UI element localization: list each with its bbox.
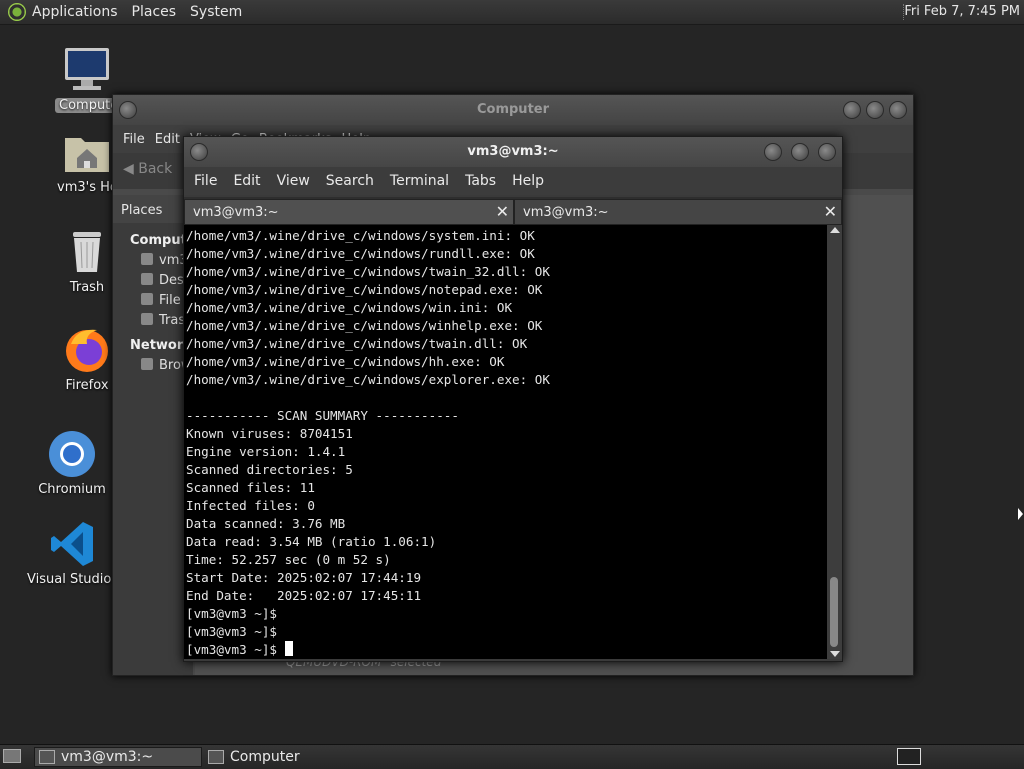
trash-icon bbox=[141, 313, 153, 325]
applications-menu[interactable]: Applications bbox=[32, 4, 118, 20]
terminal-line: /home/vm3/.wine/drive_c/windows/twain_32… bbox=[186, 264, 550, 279]
places-menu[interactable]: Places bbox=[132, 4, 177, 20]
mouse-cursor-icon bbox=[1018, 508, 1023, 520]
trash-icon bbox=[63, 228, 111, 276]
terminal-line: Scanned files: 11 bbox=[186, 480, 315, 495]
terminal-window[interactable]: vm3@vm3:~ File Edit View Search Terminal… bbox=[183, 136, 843, 662]
terminal-line: Data read: 3.54 MB (ratio 1.06:1) bbox=[186, 534, 437, 549]
tab-label: vm3@vm3:~ bbox=[193, 205, 279, 220]
places-sidebar: Places Computer vm3 Desktop File System … bbox=[113, 195, 202, 675]
tab-terminal-1[interactable]: vm3@vm3:~ ✕ bbox=[184, 199, 514, 225]
home-folder-icon bbox=[63, 128, 111, 176]
system-menu[interactable]: System bbox=[190, 4, 242, 20]
terminal-line: /home/vm3/.wine/drive_c/windows/explorer… bbox=[186, 372, 550, 387]
menubar: File Edit View Search Terminal Tabs Help bbox=[184, 167, 842, 195]
bottom-panel: vm3@vm3:~ Computer bbox=[0, 744, 1024, 769]
menu-edit[interactable]: Edit bbox=[233, 173, 260, 189]
chromium-icon bbox=[48, 430, 96, 478]
desktop-icon-label: vm3's Home bbox=[57, 180, 117, 195]
distro-logo-icon[interactable] bbox=[8, 3, 26, 21]
scroll-up-arrow-icon[interactable] bbox=[830, 227, 840, 233]
firefox-icon bbox=[63, 326, 111, 374]
terminal-line: ----------- SCAN SUMMARY ----------- bbox=[186, 408, 459, 423]
sidebar-header[interactable]: Places bbox=[113, 195, 193, 223]
terminal-line: /home/vm3/.wine/drive_c/windows/winhelp.… bbox=[186, 318, 543, 333]
terminal-line: Engine version: 1.4.1 bbox=[186, 444, 346, 459]
minimize-icon[interactable] bbox=[843, 101, 861, 119]
window-titlebar[interactable]: vm3@vm3:~ bbox=[184, 137, 842, 167]
terminal-line: /home/vm3/.wine/drive_c/windows/system.i… bbox=[186, 228, 535, 243]
folder-icon bbox=[141, 273, 153, 285]
terminal-icon bbox=[39, 750, 55, 764]
terminal-line: [vm3@vm3 ~]$ bbox=[186, 606, 277, 621]
window-title: Computer bbox=[476, 102, 550, 117]
desktop-icon-chromium[interactable]: Chromium bbox=[17, 430, 127, 497]
scrollbar-thumb[interactable] bbox=[830, 577, 838, 647]
terminal-line: [vm3@vm3 ~]$ bbox=[186, 642, 285, 657]
terminal-line: /home/vm3/.wine/drive_c/windows/rundll.e… bbox=[186, 246, 535, 261]
desktop-icon-label: Trash bbox=[69, 280, 105, 295]
minimize-icon[interactable] bbox=[764, 143, 782, 161]
tab-terminal-2[interactable]: vm3@vm3:~ ✕ bbox=[514, 199, 842, 225]
network-icon bbox=[141, 358, 153, 370]
terminal-line: Time: 52.257 sec (0 m 52 s) bbox=[186, 552, 391, 567]
scroll-down-arrow-icon[interactable] bbox=[830, 651, 840, 657]
terminal-line: [vm3@vm3 ~]$ bbox=[186, 624, 277, 639]
maximize-icon[interactable] bbox=[866, 101, 884, 119]
terminal-line: Start Date: 2025:02:07 17:44:19 bbox=[186, 570, 422, 585]
close-tab-icon[interactable]: ✕ bbox=[824, 202, 837, 221]
computer-icon bbox=[208, 750, 224, 764]
computer-icon bbox=[63, 46, 111, 94]
menu-file[interactable]: File bbox=[123, 132, 145, 147]
window-titlebar[interactable]: Computer bbox=[113, 95, 913, 125]
close-tab-icon[interactable]: ✕ bbox=[496, 202, 509, 221]
terminal-line: Infected files: 0 bbox=[186, 498, 315, 513]
home-icon bbox=[141, 253, 153, 265]
tab-label: vm3@vm3:~ bbox=[523, 205, 609, 220]
desktop-icon-label: Firefox bbox=[65, 378, 109, 393]
back-button[interactable]: ◀ Back bbox=[123, 161, 172, 177]
desktop-icon-label: Computer bbox=[55, 98, 119, 113]
show-desktop-icon[interactable] bbox=[3, 749, 21, 763]
tab-bar: vm3@vm3:~ ✕ vm3@vm3:~ ✕ bbox=[184, 197, 842, 225]
top-panel: Applications Places System Fri Feb 7, 7:… bbox=[0, 0, 1024, 25]
terminal-output[interactable]: /home/vm3/.wine/drive_c/windows/system.i… bbox=[184, 225, 827, 659]
menu-file[interactable]: File bbox=[194, 173, 217, 189]
clock[interactable]: Fri Feb 7, 7:45 PM bbox=[904, 4, 1020, 19]
terminal-line: /home/vm3/.wine/drive_c/windows/hh.exe: … bbox=[186, 354, 505, 369]
terminal-line: /home/vm3/.wine/drive_c/windows/twain.dl… bbox=[186, 336, 528, 351]
maximize-icon[interactable] bbox=[791, 143, 809, 161]
window-title: vm3@vm3:~ bbox=[467, 144, 559, 159]
terminal-line: /home/vm3/.wine/drive_c/windows/win.ini:… bbox=[186, 300, 513, 315]
menu-tabs[interactable]: Tabs bbox=[465, 173, 496, 189]
back-arrow-icon: ◀ bbox=[123, 161, 139, 177]
terminal-line: End Date: 2025:02:07 17:45:11 bbox=[186, 588, 422, 603]
menu-view[interactable]: View bbox=[277, 173, 310, 189]
desktop-icon-label: Chromium bbox=[38, 482, 106, 497]
vscode-icon bbox=[49, 520, 97, 568]
workspace-switcher[interactable] bbox=[897, 748, 921, 765]
menu-terminal[interactable]: Terminal bbox=[390, 173, 449, 189]
terminal-text: /home/vm3/.wine/drive_c/windows/system.i… bbox=[184, 225, 827, 659]
terminal-line: Data scanned: 3.76 MB bbox=[186, 516, 346, 531]
text-cursor bbox=[284, 641, 293, 656]
back-button-label: Back bbox=[138, 161, 173, 177]
close-icon[interactable] bbox=[889, 101, 907, 119]
terminal-line: Known viruses: 8704151 bbox=[186, 426, 353, 441]
menu-help[interactable]: Help bbox=[512, 173, 544, 189]
terminal-line: /home/vm3/.wine/drive_c/windows/notepad.… bbox=[186, 282, 543, 297]
vertical-scrollbar[interactable] bbox=[827, 225, 842, 659]
desktop-icon-label: Visual Studio Code bbox=[27, 572, 119, 587]
terminal-line: Scanned directories: 5 bbox=[186, 462, 353, 477]
taskbar-item-computer[interactable]: Computer bbox=[204, 747, 374, 767]
menu-edit[interactable]: Edit bbox=[155, 132, 180, 147]
close-icon[interactable] bbox=[818, 143, 836, 161]
menu-search[interactable]: Search bbox=[326, 173, 374, 189]
taskbar-item-terminal[interactable]: vm3@vm3:~ bbox=[34, 747, 202, 767]
taskbar-item-label: Computer bbox=[230, 749, 300, 765]
drive-icon bbox=[141, 293, 153, 305]
taskbar-item-label: vm3@vm3:~ bbox=[61, 749, 154, 765]
